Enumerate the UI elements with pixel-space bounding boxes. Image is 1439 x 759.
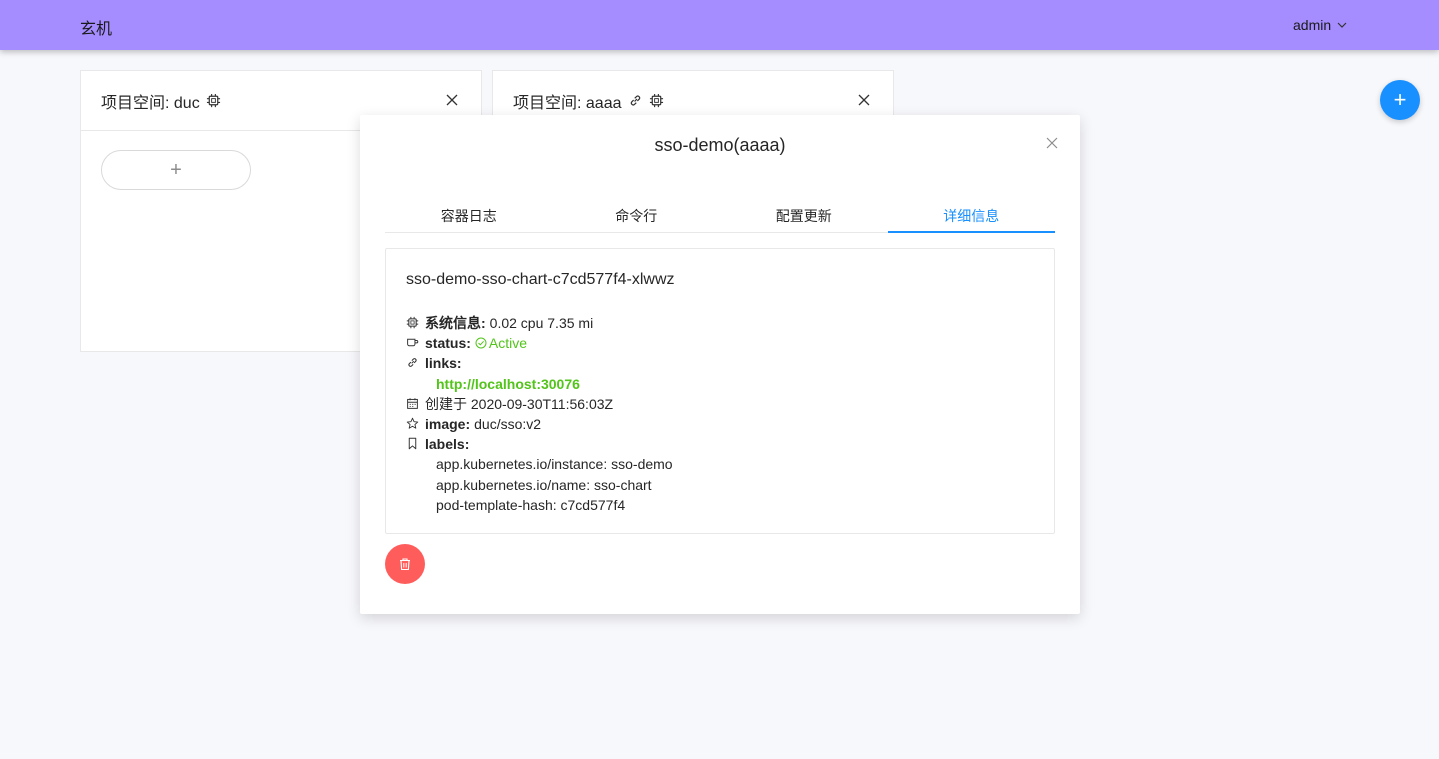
- labels-row: labels:: [406, 434, 673, 454]
- cup-icon: [406, 336, 420, 350]
- status-label: status:: [425, 335, 471, 352]
- link-icon[interactable]: [628, 93, 643, 108]
- close-icon[interactable]: [1046, 137, 1058, 149]
- calendar-icon: [406, 397, 420, 411]
- tab-container-logs[interactable]: 容器日志: [385, 199, 553, 232]
- chip-icon: [406, 316, 420, 330]
- detail-panel: sso-demo-sso-chart-c7cd577f4-xlwwz 系统信息:…: [385, 248, 1055, 534]
- image-label: image:: [425, 416, 471, 433]
- chevron-down-icon: [1337, 22, 1347, 28]
- label-item: app.kubernetes.io/name: sso-chart: [436, 476, 652, 493]
- modal-title: sso-demo(aaaa): [654, 135, 786, 155]
- link-icon: [406, 356, 420, 370]
- created-text: 创建于 2020-09-30T11:56:03Z: [425, 395, 614, 412]
- card-title: 项目空间: aaaa: [513, 94, 622, 112]
- label-item: app.kubernetes.io/instance: sso-demo: [436, 456, 673, 473]
- tab-bar: 容器日志 命令行 配置更新 详细信息: [385, 199, 1055, 233]
- user-name: admin: [1293, 17, 1332, 33]
- tab-terminal[interactable]: 命令行: [553, 199, 721, 232]
- system-info-value: 0.02 cpu 7.35 mi: [489, 315, 594, 332]
- created-row: 创建于 2020-09-30T11:56:03Z: [406, 394, 673, 414]
- chip-icon[interactable]: [206, 93, 221, 108]
- add-project-button[interactable]: +: [1380, 80, 1420, 120]
- trash-icon: [400, 558, 410, 571]
- chip-icon[interactable]: [649, 93, 664, 108]
- status-row: status: Active: [406, 333, 673, 353]
- tab-config-update[interactable]: 配置更新: [720, 199, 888, 232]
- info-list: 系统信息: 0.02 cpu 7.35 mi status: Active li…: [406, 313, 673, 515]
- pod-name: sso-demo-sso-chart-c7cd577f4-xlwwz: [406, 271, 675, 288]
- status-text: Active: [488, 335, 528, 352]
- link-row: http://localhost:30076: [406, 374, 673, 394]
- service-link[interactable]: http://localhost:30076: [436, 374, 580, 394]
- links-row: links:: [406, 353, 673, 373]
- delete-button[interactable]: [385, 544, 425, 584]
- system-info-label: 系统信息:: [425, 315, 486, 332]
- label-item: pod-template-hash: c7cd577f4: [436, 496, 626, 513]
- bookmark-icon: [406, 437, 420, 451]
- image-row: image: duc/sso:v2: [406, 414, 673, 434]
- system-info-row: 系统信息: 0.02 cpu 7.35 mi: [406, 313, 673, 333]
- check-circle-icon: [475, 337, 487, 349]
- image-value: duc/sso:v2: [474, 416, 542, 433]
- star-icon: [406, 417, 420, 431]
- user-menu[interactable]: admin: [1293, 17, 1347, 33]
- labels-label: labels:: [425, 436, 470, 453]
- tab-details[interactable]: 详细信息: [887, 199, 1056, 233]
- top-bar: 玄机 admin: [0, 0, 1439, 50]
- app-title: 玄机: [80, 21, 113, 38]
- add-app-button[interactable]: +: [101, 150, 251, 190]
- card-title: 项目空间: duc: [101, 94, 200, 112]
- pod-detail-modal: sso-demo(aaaa) 容器日志 命令行 配置更新 详细信息 sso-de…: [360, 115, 1080, 614]
- close-icon[interactable]: [445, 93, 459, 107]
- status-value: Active: [475, 333, 527, 353]
- close-icon[interactable]: [857, 93, 871, 107]
- links-label: links:: [425, 355, 462, 372]
